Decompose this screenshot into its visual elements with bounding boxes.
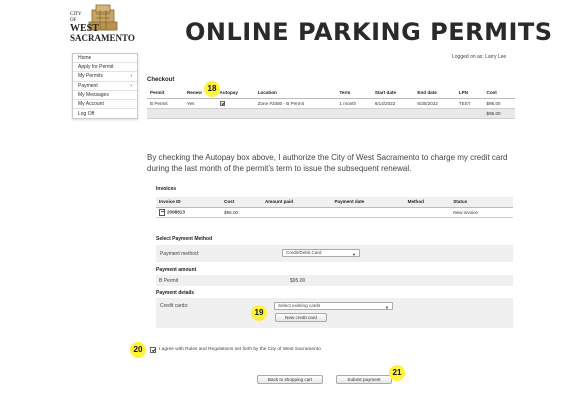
payment-method-label: Payment method: [160, 251, 200, 257]
cell-invoice-id[interactable]: 2098813 [156, 207, 222, 218]
nav-item-home[interactable]: Home [73, 54, 137, 64]
column-header: Method [404, 197, 451, 208]
nav-item-label: My Permits [78, 73, 103, 80]
cell-term: 1 month [336, 98, 372, 109]
cell-status: New invoice [450, 207, 513, 218]
cell-location: Zone #3480 - B Permit [254, 98, 337, 109]
back-to-shopping-cart-button[interactable]: Back to shopping cart [257, 375, 323, 384]
payment-amount-label: B Permit [159, 278, 179, 284]
column-header: End date [414, 88, 456, 99]
chevron-right-icon: › [130, 82, 132, 89]
annotation-badge-21: 21 [389, 365, 405, 381]
column-header: Cost [221, 197, 262, 208]
logged-in-user: Logged on as: Larry Lee [452, 54, 507, 60]
caret-down-icon: ▼ [385, 304, 389, 310]
nav-item-my-account[interactable]: My Account [73, 100, 137, 110]
payment-amount-value: $95.00 [290, 278, 306, 284]
nav-item-log-off[interactable]: Log Off [73, 109, 137, 118]
new-credit-card-button[interactable]: New credit card [275, 313, 327, 322]
checkout-table: Permit Renew Autopay Location Term Start… [147, 88, 515, 119]
payment-amount-heading: Payment amount [156, 267, 197, 273]
table-header-row: Permit Renew Autopay Location Term Start… [147, 88, 515, 99]
column-header: Location [254, 88, 337, 99]
total-row: $95.00 [147, 108, 515, 119]
annotation-badge-19: 19 [251, 305, 267, 321]
annotation-badge-20: 20 [130, 342, 146, 358]
cell-invoice-cost: $95.00 [221, 207, 262, 218]
column-header: Permit [147, 88, 184, 99]
invoice-icon[interactable] [159, 208, 165, 216]
table-row: B Permit Yes Zone #3480 - B Permit 1 mon… [147, 98, 515, 109]
cell-method [404, 207, 451, 218]
payment-method-value: Credit/Debit Card [286, 250, 322, 255]
sidebar-nav: Home Apply for Permit My Permits › Paymen… [72, 53, 138, 120]
column-header: Invoice ID [156, 197, 222, 208]
nav-item-my-permits[interactable]: My Permits › [73, 72, 137, 82]
autopay-authorization-text: By checking the Autopay box above, I aut… [147, 153, 508, 173]
checkout-total: $95.00 [483, 108, 515, 119]
chevron-right-icon: › [130, 73, 132, 80]
invoices-heading: Invoices [156, 186, 177, 192]
agree-terms-label: I agree with Rules and Regulations set f… [159, 347, 321, 352]
checkout-heading: Checkout [147, 77, 175, 83]
nav-item-label: Apply for Permit [78, 64, 114, 71]
autopay-checkbox[interactable] [219, 100, 225, 106]
cell-cost: $95.00 [483, 98, 515, 109]
nav-item-my-messages[interactable]: My Messages [73, 91, 137, 100]
column-header: Term [336, 88, 372, 99]
cell-renew: Yes [183, 98, 217, 109]
credit-cards-label: Credit cards: [160, 303, 189, 309]
column-header: Start date [371, 88, 415, 99]
cell-payment-date [331, 207, 405, 218]
invoice-id[interactable]: 2098813 [167, 209, 185, 214]
column-header: Payment date [331, 197, 405, 208]
agree-terms-checkbox[interactable] [150, 347, 156, 353]
column-header: LPN [455, 88, 484, 99]
nav-item-label: Home [78, 55, 92, 62]
payment-method-select[interactable]: Credit/Debit Card ▼ [282, 249, 360, 257]
cell-end-date: 6/30/2022 [414, 98, 456, 109]
column-header: Status [450, 197, 513, 208]
nav-item-label: My Account [78, 101, 104, 108]
column-header: Cost [483, 88, 515, 99]
nav-item-label: Payment [78, 82, 98, 89]
credit-card-select[interactable]: Select existing cards ▼ [274, 302, 393, 310]
cell-lpn: TEST [455, 98, 484, 109]
nav-item-apply-for-permit[interactable]: Apply for Permit [73, 63, 137, 73]
cell-permit: B Permit [147, 98, 184, 109]
invoices-table: Invoice ID Cost Amount paid Payment date… [156, 197, 513, 218]
city-logo: CITY OF WEST SACRAMENTO [70, 4, 135, 56]
table-row: 2098813 $95.00 New invoice [156, 207, 513, 218]
payment-details-heading: Payment details [156, 290, 195, 296]
payment-amount-panel [156, 275, 513, 286]
nav-item-label: My Messages [78, 91, 109, 98]
nav-item-label: Log Off [78, 110, 95, 117]
cell-start-date: 6/14/2022 [371, 98, 415, 109]
column-header: Autopay [216, 88, 255, 99]
caret-down-icon: ▼ [352, 251, 356, 257]
logo-sacramento: SACRAMENTO [70, 33, 135, 43]
logo-city: CITY [70, 12, 82, 17]
cell-autopay [216, 98, 255, 109]
submit-payment-button[interactable]: Submit payment [336, 375, 392, 384]
cell-amount-paid [261, 207, 332, 218]
annotation-badge-18: 18 [204, 81, 220, 97]
page-title: ONLINE PARKING PERMITS [185, 18, 553, 46]
credit-card-value: Select existing cards [278, 303, 321, 308]
table-header-row: Invoice ID Cost Amount paid Payment date… [156, 197, 513, 208]
nav-item-payment[interactable]: Payment › [73, 82, 137, 91]
column-header: Amount paid [261, 197, 332, 208]
payment-method-heading: Select Payment Method [156, 236, 213, 242]
